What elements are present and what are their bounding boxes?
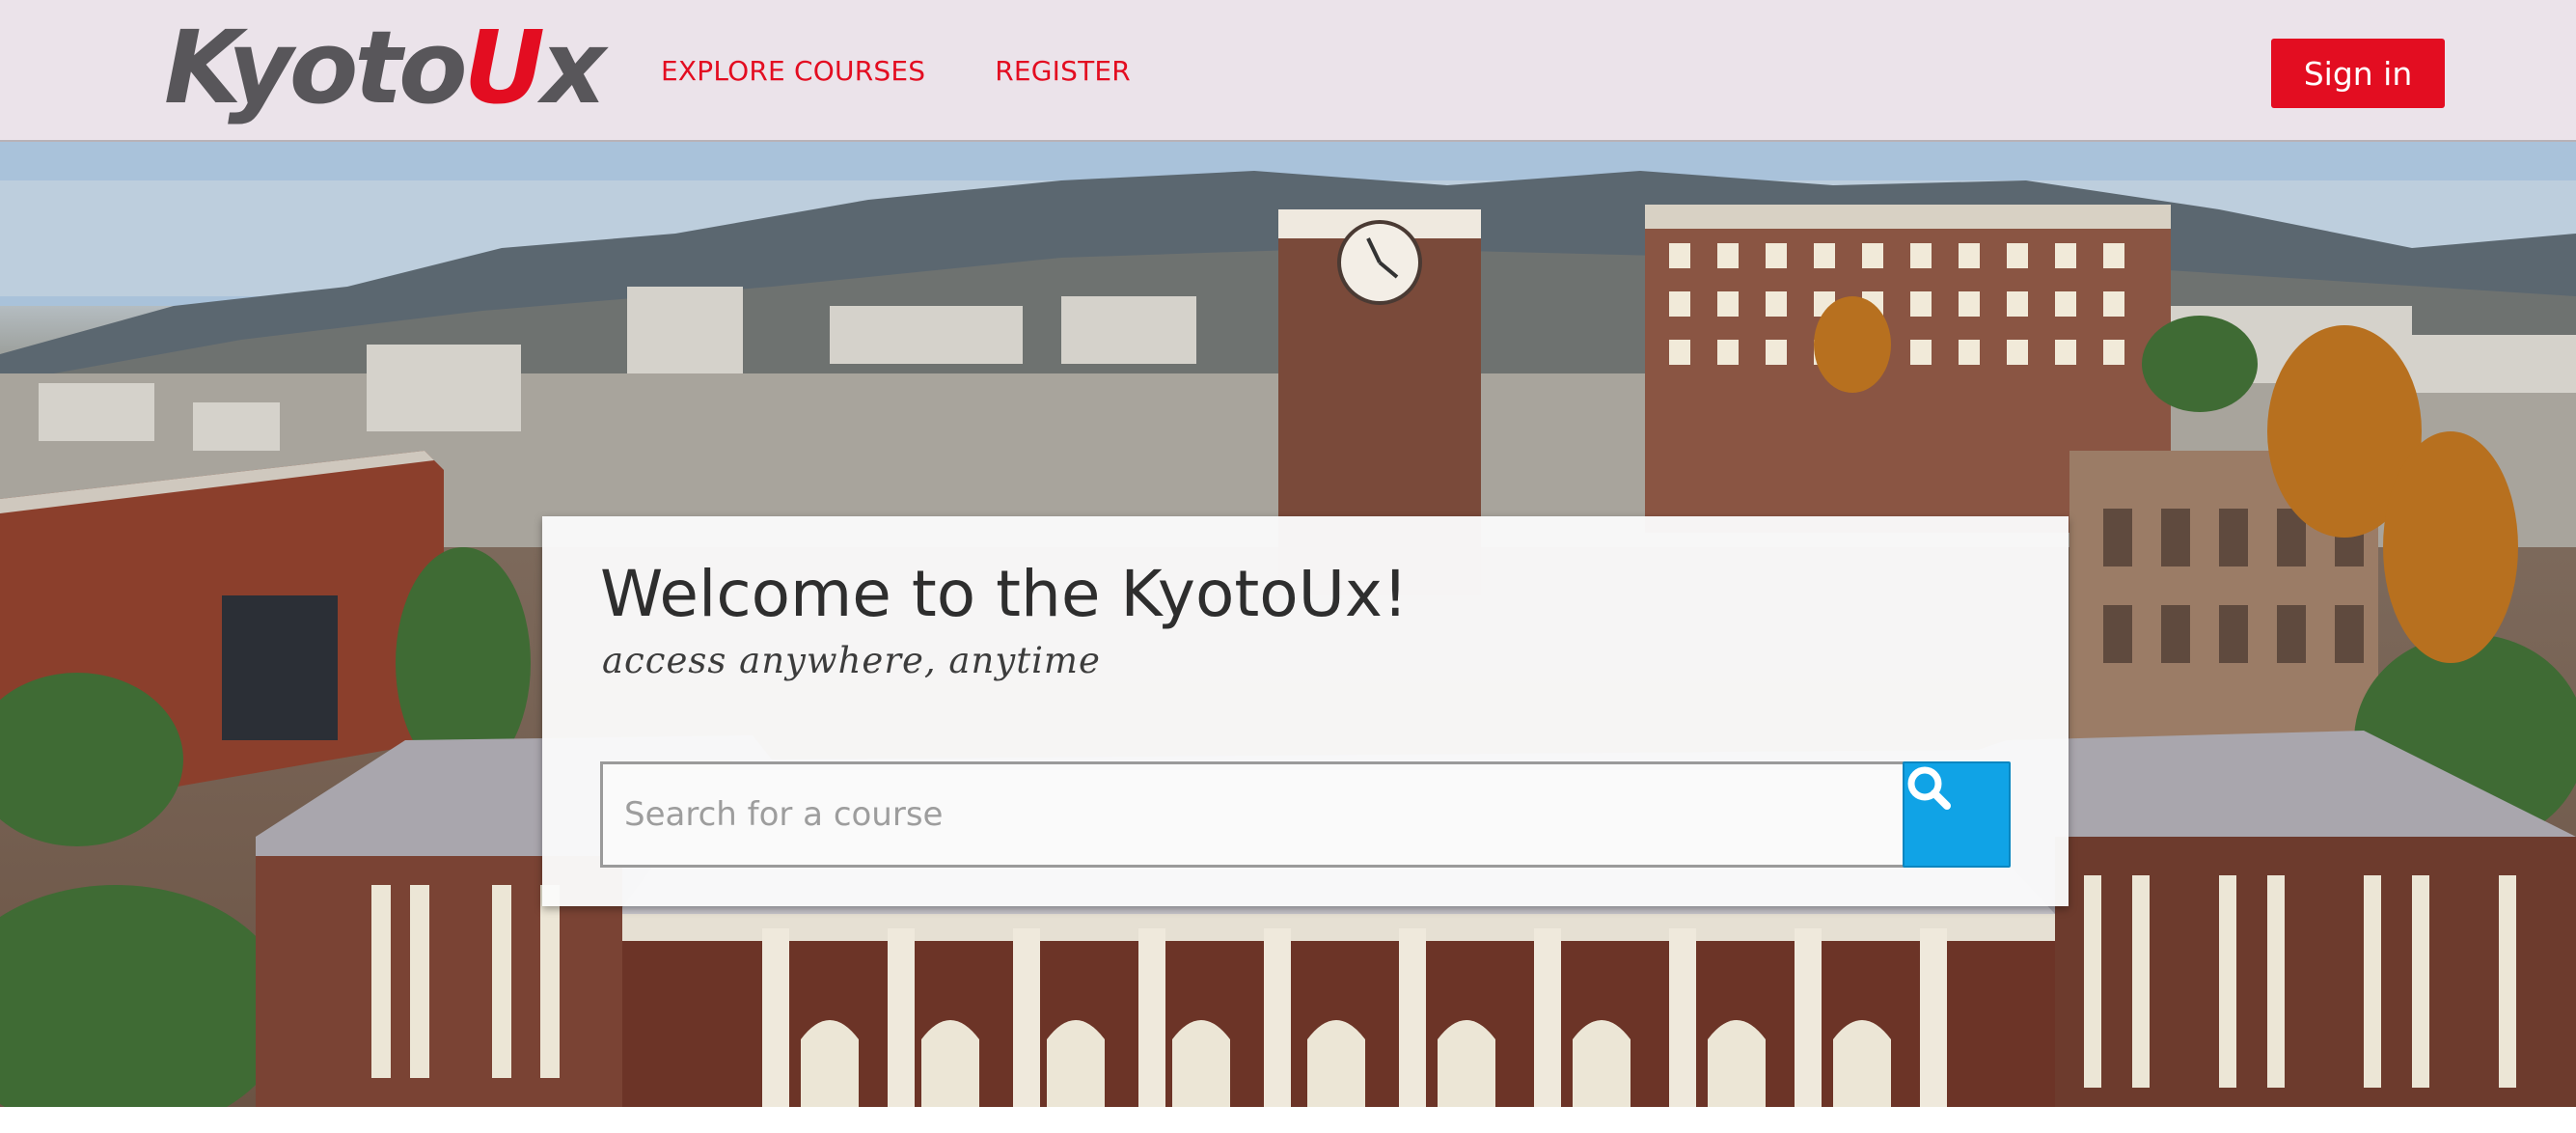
hero-campus-image: Welcome to the KyotoUx! access anywhere,… — [0, 142, 2576, 1107]
logo-text-x: x — [541, 9, 606, 126]
search-button[interactable] — [1903, 761, 2011, 868]
logo-text-u: U — [463, 9, 545, 126]
sign-in-button[interactable]: Sign in — [2271, 39, 2445, 108]
search-icon — [1907, 766, 1951, 810]
nav-register[interactable]: REGISTER — [995, 55, 1131, 87]
nav-explore-courses[interactable]: EXPLORE COURSES — [661, 55, 925, 87]
welcome-subtitle: access anywhere, anytime — [602, 640, 1101, 681]
site-header: Kyoto Ux EXPLORE COURSES REGISTER Sign in — [0, 0, 2576, 142]
logo-text-kyoto: Kyoto — [164, 9, 468, 126]
welcome-title: Welcome to the KyotoUx! — [600, 557, 1409, 631]
kyotoux-logo[interactable]: Kyoto Ux — [164, 9, 606, 126]
welcome-card: Welcome to the KyotoUx! access anywhere,… — [542, 516, 2069, 906]
main-nav: EXPLORE COURSES REGISTER — [661, 0, 1131, 142]
course-search-input[interactable] — [600, 761, 1905, 868]
